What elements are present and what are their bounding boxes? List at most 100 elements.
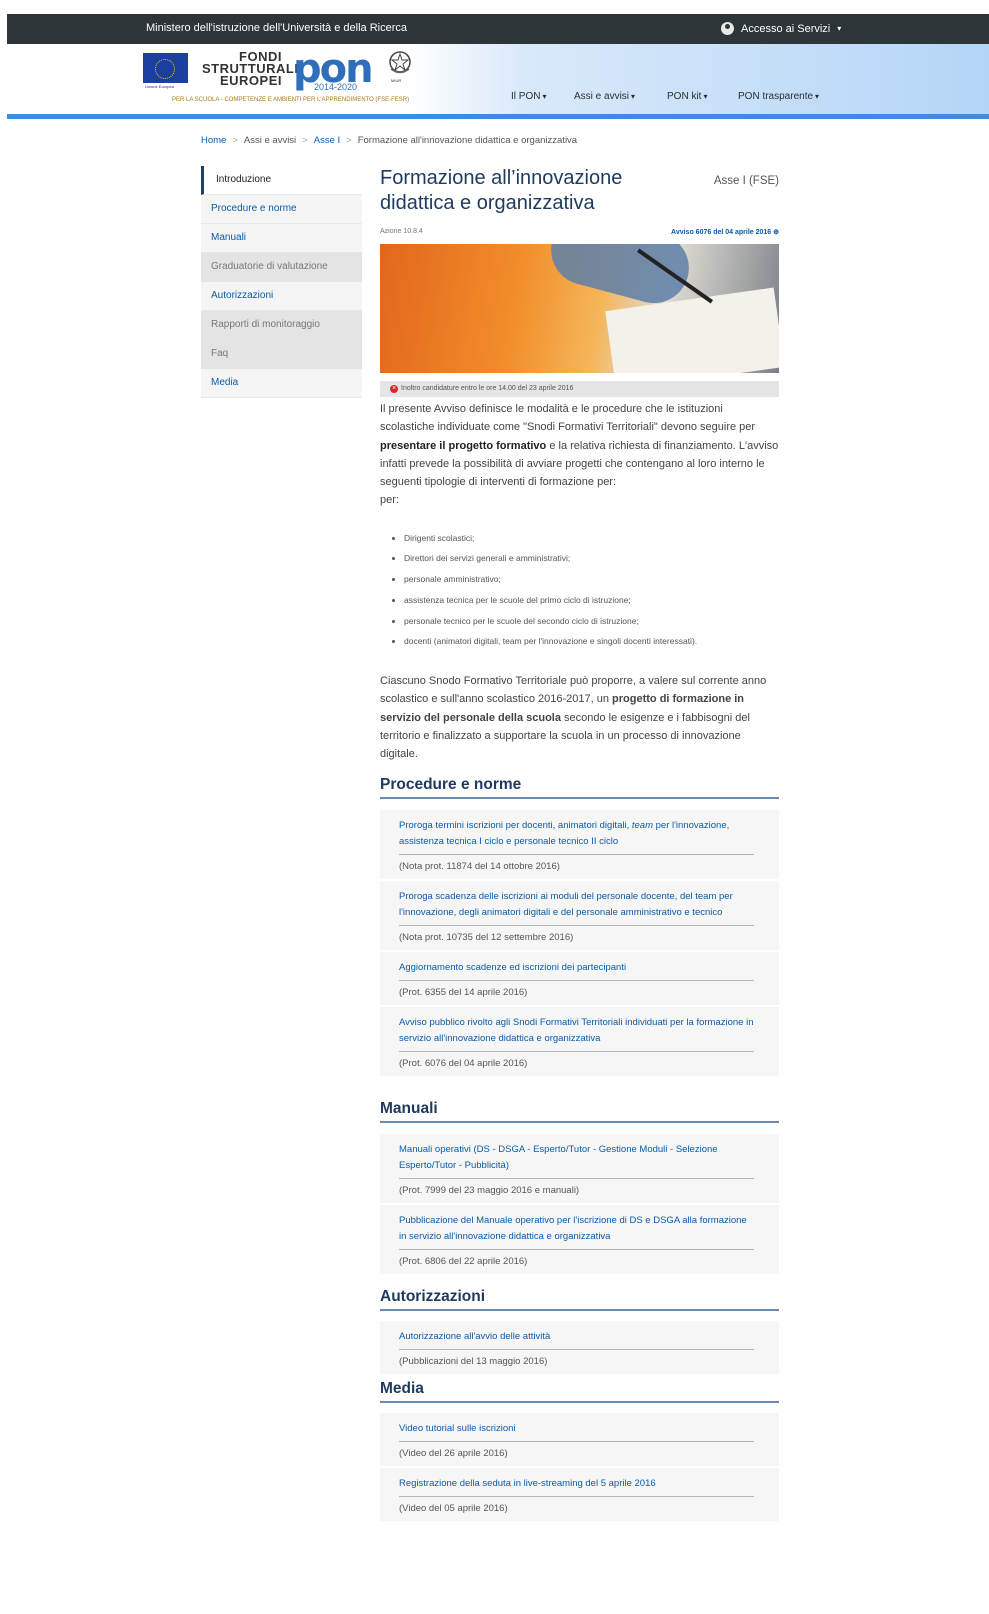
avviso-link[interactable]: Avviso 6076 del 04 aprile 2016 ⊕ xyxy=(671,228,779,236)
list-item: Manuali operativi (DS - DSGA - Esperto/T… xyxy=(380,1134,779,1206)
breadcrumb-separator: > xyxy=(232,135,238,146)
list-item: Aggiornamento scadenze ed iscrizioni dei… xyxy=(380,952,779,1008)
sidebar-item-rapporti: Rapporti di monitoraggio xyxy=(201,311,362,340)
media-link[interactable]: Registrazione della seduta in live-strea… xyxy=(399,1468,754,1498)
breadcrumb-separator: > xyxy=(346,135,352,146)
nav-il-pon-label: Il PON xyxy=(511,91,541,102)
list-item: personale amministrativo; xyxy=(404,569,779,590)
procedure-ref: (Prot. 6076 del 04 aprile 2016) xyxy=(399,1058,528,1070)
meta-row: Azione 10.8.4 Avviso 6076 del 04 aprile … xyxy=(380,228,779,242)
list-item: Avviso pubblico rivolto agli Snodi Forma… xyxy=(380,1007,779,1077)
sidebar-item-procedure[interactable]: Procedure e norme xyxy=(201,195,362,224)
eu-flag-logo xyxy=(143,53,188,83)
breadcrumb: Home > Assi e avvisi > Asse I > Formazione all… xyxy=(201,135,577,146)
autorizzazioni-list: Autorizzazione all'avvio delle attività … xyxy=(380,1321,779,1375)
autorizzazione-ref: (Pubblicazioni del 13 maggio 2016) xyxy=(399,1356,548,1368)
chevron-down-icon: ▾ xyxy=(837,24,842,33)
nav-pon-trasparente[interactable]: PON trasparente ▾ xyxy=(738,91,819,102)
second-paragraph: Ciascuno Snodo Formativo Territoriale pu… xyxy=(380,672,779,763)
sidebar-item-introduzione[interactable]: Introduzione xyxy=(201,166,362,195)
breadcrumb-assi[interactable]: Assi e avvisi xyxy=(244,135,296,146)
procedure-link[interactable]: Proroga scadenza delle iscrizioni ai mod… xyxy=(399,881,754,927)
manuali-list: Manuali operativi (DS - DSGA - Esperto/T… xyxy=(380,1134,779,1275)
intro-paragraph: Il presente Avviso definisce le modalità… xyxy=(380,400,779,510)
nav-pon-kit[interactable]: PON kit ▾ xyxy=(667,91,707,102)
media-ref: (Video del 26 aprile 2016) xyxy=(399,1448,508,1460)
procedure-link[interactable]: Proroga termini iscrizioni per docenti, … xyxy=(399,810,754,856)
procedure-link-em: team xyxy=(631,820,653,832)
sidebar-item-manuali[interactable]: Manuali xyxy=(201,224,362,253)
download-icon: ⊕ xyxy=(773,229,779,236)
avviso-link-label: Avviso 6076 del 04 aprile 2016 xyxy=(671,229,772,236)
list-item: Autorizzazione all'avvio delle attività … xyxy=(380,1321,779,1375)
list-item: Pubblicazione del Manuale operativo per … xyxy=(380,1205,779,1275)
nav-pon-trasparente-label: PON trasparente xyxy=(738,91,814,102)
media-ref: (Video del 05 aprile 2016) xyxy=(399,1503,508,1515)
section-procedure-heading: Procedure e norme xyxy=(380,776,779,800)
section-autorizzazioni-heading: Autorizzazioni xyxy=(380,1288,779,1312)
section-manuali-heading: Manuali xyxy=(380,1100,779,1124)
header-rule xyxy=(7,114,989,119)
eu-caption: Unione Europea xyxy=(145,84,174,89)
nav-pon-kit-label: PON kit xyxy=(667,91,702,102)
pon-years: 2014-2020 xyxy=(314,82,358,92)
intro-text-a: Il presente Avviso definisce le modalità… xyxy=(380,403,756,434)
deadline-text: Inoltro candidature entro le ore 14.00 d… xyxy=(401,385,574,392)
sidebar-item-graduatorie: Graduatorie di valutazione xyxy=(201,253,362,282)
manuale-ref: (Prot. 7999 del 23 maggio 2016 e manuali… xyxy=(399,1185,580,1197)
deadline-notice: × Inoltro candidature entro le ore 14.00… xyxy=(380,381,779,397)
procedure-ref: (Nota prot. 11874 del 14 ottobre 2016) xyxy=(399,861,560,873)
nav-assi-avvisi-label: Assi e avvisi xyxy=(574,91,630,102)
manuale-link[interactable]: Manuali operativi (DS - DSGA - Esperto/T… xyxy=(399,1134,754,1180)
user-icon xyxy=(721,22,734,35)
page-title: Formazione all’innovazione didattica e o… xyxy=(380,167,623,214)
procedure-link[interactable]: Avviso pubblico rivolto agli Snodi Forma… xyxy=(399,1007,754,1053)
nav-assi-avvisi[interactable]: Assi e avvisi ▾ xyxy=(574,91,635,102)
tagline: PER LA SCUOLA - COMPETENZE E AMBIENTI PE… xyxy=(172,97,410,103)
nav-il-pon[interactable]: Il PON ▾ xyxy=(511,91,546,102)
access-services-label: Accesso ai Servizi xyxy=(741,22,831,35)
procedure-list: Proroga termini iscrizioni per docenti, … xyxy=(380,810,779,1077)
breadcrumb-home[interactable]: Home xyxy=(201,135,226,146)
procedure-ref: (Prot. 6355 del 14 aprile 2016) xyxy=(399,987,528,999)
manuale-link[interactable]: Pubblicazione del Manuale operativo per … xyxy=(399,1205,754,1251)
republic-emblem-icon xyxy=(389,51,411,74)
ministry-name: Ministero dell'istruzione dell'Universit… xyxy=(146,22,407,34)
main-content: Formazione all’innovazione didattica e o… xyxy=(380,166,779,1522)
procedure-ref: (Nota prot. 10735 del 12 settembre 2016) xyxy=(399,932,574,944)
list-item: Proroga scadenza delle iscrizioni ai mod… xyxy=(380,881,779,953)
chevron-down-icon: ▾ xyxy=(815,92,820,101)
list-item: docenti (animatori digitali, team per l'… xyxy=(404,631,779,652)
autorizzazione-link[interactable]: Autorizzazione all'avvio delle attività xyxy=(399,1321,754,1351)
breadcrumb-current: Formazione all'innovazione didattica e o… xyxy=(357,135,578,146)
site-header: Unione Europea FONDI STRUTTURALI EUROPEI… xyxy=(7,44,989,119)
fondi-strutturali-logo: FONDI STRUTTURALI EUROPEI xyxy=(202,49,299,88)
procedure-link-text: Proroga termini iscrizioni per docenti, … xyxy=(399,820,632,832)
list-item: Proroga termini iscrizioni per docenti, … xyxy=(380,810,779,882)
sidebar-item-autorizzazioni[interactable]: Autorizzazioni xyxy=(201,282,362,311)
asse-label: Asse I (FSE) xyxy=(713,175,779,187)
intro-text-bold: presentare il progetto formativo xyxy=(380,439,547,452)
azione-label: Azione 10.8.4 xyxy=(380,228,423,235)
miur-caption: MIUR xyxy=(391,78,402,83)
breadcrumb-asse[interactable]: Asse I xyxy=(314,135,340,146)
list-item: Direttori dei servizi generali e amminis… xyxy=(404,548,779,569)
list-item: Registrazione della seduta in live-strea… xyxy=(380,1468,779,1522)
list-item: Dirigenti scolastici; xyxy=(404,528,779,549)
breadcrumb-separator: > xyxy=(302,135,308,146)
list-item: assistenza tecnica per le scuole del pri… xyxy=(404,590,779,611)
list-item: Video tutorial sulle iscrizioni (Video d… xyxy=(380,1413,779,1469)
access-services-menu[interactable]: Accesso ai Servizi ▾ xyxy=(721,22,841,35)
media-link[interactable]: Video tutorial sulle iscrizioni xyxy=(399,1413,754,1443)
manuale-ref: (Prot. 6806 del 22 aprile 2016) xyxy=(399,1256,528,1268)
procedure-link[interactable]: Aggiornamento scadenze ed iscrizioni dei… xyxy=(399,952,754,982)
list-item: personale tecnico per le scuole del seco… xyxy=(404,611,779,632)
hero-image xyxy=(380,244,779,373)
media-list: Video tutorial sulle iscrizioni (Video d… xyxy=(380,1413,779,1522)
sidebar-item-media[interactable]: Media xyxy=(201,369,362,398)
section-media-heading: Media xyxy=(380,1380,779,1404)
chevron-down-icon: ▾ xyxy=(542,92,547,101)
close-circle-icon: × xyxy=(390,385,398,393)
chevron-down-icon: ▾ xyxy=(631,92,636,101)
sidebar-item-faq: Faq xyxy=(201,340,362,369)
